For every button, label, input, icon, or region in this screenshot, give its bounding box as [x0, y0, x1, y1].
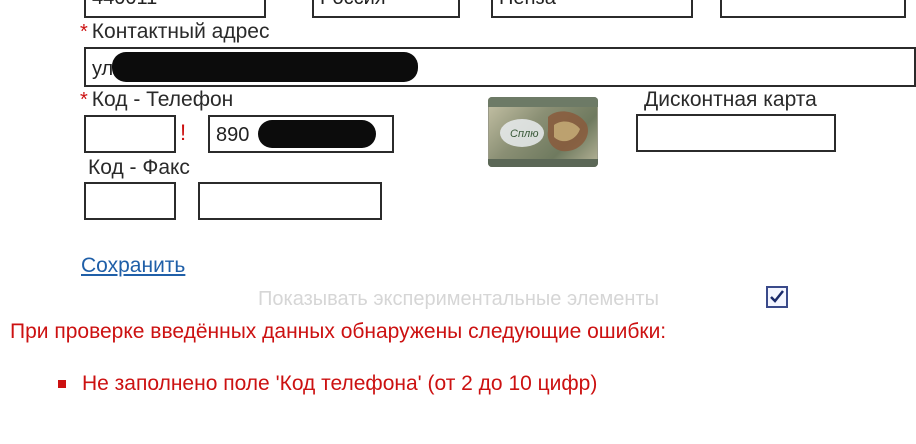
phone-label-text: Код - Телефон [91, 88, 234, 111]
country-input[interactable]: Россия [312, 0, 460, 18]
svg-text:Сплю: Сплю [510, 128, 538, 140]
discount-card-image: Сплю [488, 97, 598, 167]
postal-code-input[interactable]: 440011 [84, 0, 266, 18]
phone-code-input[interactable] [84, 115, 176, 153]
fax-code-input[interactable] [84, 182, 176, 220]
save-link[interactable]: Сохранить [81, 254, 185, 278]
profile-form-page: 440011 Россия Пенза *Контактный адрес ул… [0, 0, 916, 444]
error-title: При проверке введённых данных обнаружены… [10, 320, 667, 343]
fax-label: Код - Факс [88, 156, 190, 179]
required-mark: * [80, 89, 88, 111]
address-value: ул [92, 58, 114, 80]
address-label: * Контактный адрес [80, 20, 269, 44]
city-input[interactable]: Пенза [491, 0, 693, 18]
discount-card-input[interactable] [636, 114, 836, 152]
discount-card-label: Дисконтная карта [644, 88, 817, 111]
phone-error-mark: ! [180, 120, 187, 145]
checkmark-icon [770, 290, 784, 303]
error-item: Не заполнено поле 'Код телефона' (от 2 д… [82, 372, 598, 395]
phone-label: * Код - Телефон [80, 88, 233, 112]
address-label-text: Контактный адрес [91, 20, 270, 43]
experimental-label: Показывать экспериментальные элементы [258, 288, 659, 310]
experimental-checkbox[interactable] [766, 286, 788, 308]
fax-number-input[interactable] [198, 182, 382, 220]
required-mark: * [80, 21, 88, 43]
redacted-address [112, 52, 418, 82]
square-bullet-icon [58, 380, 66, 388]
phone-number-value: 890 [216, 124, 250, 146]
top-right-input[interactable] [720, 0, 906, 18]
redacted-phone [258, 120, 376, 148]
